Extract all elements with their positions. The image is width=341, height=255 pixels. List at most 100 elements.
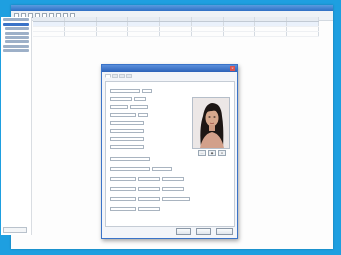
text-field[interactable]: [110, 206, 136, 211]
table-row[interactable]: [33, 32, 320, 37]
table-cell: [192, 32, 224, 36]
table-cell: [33, 32, 65, 36]
tab-2[interactable]: [112, 74, 118, 78]
table-cell: [128, 27, 161, 31]
table-cell: [128, 22, 161, 26]
column-header[interactable]: [192, 17, 224, 21]
column-header[interactable]: [287, 17, 320, 21]
close-icon[interactable]: ×: [230, 66, 235, 71]
table-cell: [287, 32, 320, 36]
table-cell: [192, 27, 224, 31]
table-cell: [224, 27, 256, 31]
tree-item[interactable]: [5, 35, 29, 39]
cancel-button[interactable]: [196, 228, 211, 235]
form-row: [110, 88, 152, 93]
tree-item[interactable]: [5, 40, 29, 44]
form-row: [110, 186, 184, 191]
select-field[interactable]: [138, 196, 160, 201]
text-field[interactable]: [110, 156, 150, 161]
table-cell: [97, 32, 129, 36]
records-grid: [33, 17, 320, 37]
text-field[interactable]: [130, 104, 148, 109]
apply-button[interactable]: [216, 228, 233, 235]
text-field[interactable]: [110, 96, 132, 101]
table-cell: [65, 27, 97, 31]
table-cell: [224, 22, 256, 26]
table-cell: [160, 27, 192, 31]
tree-item[interactable]: [3, 44, 29, 48]
select-field[interactable]: [162, 196, 190, 201]
photo-camera-button[interactable]: ◉: [208, 150, 216, 156]
tab-3[interactable]: [119, 74, 125, 78]
table-cell: [192, 22, 224, 26]
form-panel: … ◉ ×: [105, 81, 235, 227]
table-cell: [128, 32, 161, 36]
record-dialog: × … ◉ ×: [101, 64, 238, 239]
column-header[interactable]: [33, 17, 65, 21]
text-field[interactable]: [110, 136, 144, 141]
form-row: [110, 112, 148, 117]
tab-4[interactable]: [126, 74, 132, 78]
table-cell: [65, 32, 97, 36]
portrait-image: [193, 98, 229, 148]
form-row: [110, 104, 148, 109]
dialog-tabs: [102, 72, 237, 78]
text-field[interactable]: [110, 104, 128, 109]
form-row: [110, 166, 172, 171]
text-field[interactable]: [110, 120, 144, 125]
text-field[interactable]: [110, 176, 136, 181]
column-header[interactable]: [128, 17, 161, 21]
table-cell: [287, 27, 320, 31]
form-row: [110, 176, 184, 181]
table-cell: [255, 27, 288, 31]
text-field[interactable]: [152, 166, 172, 171]
text-field[interactable]: [110, 186, 136, 191]
column-header[interactable]: [97, 17, 129, 21]
column-header[interactable]: [224, 17, 256, 21]
tree-action-button[interactable]: [3, 227, 27, 233]
form-row: [110, 128, 144, 133]
form-row: [110, 206, 160, 211]
table-cell: [65, 22, 97, 26]
form-row: [110, 156, 150, 161]
form-row: [110, 96, 146, 101]
column-header[interactable]: [160, 17, 192, 21]
select-field[interactable]: [138, 186, 160, 191]
navigation-tree: [1, 17, 32, 235]
form-row: [110, 136, 144, 141]
tree-item-selected[interactable]: [3, 22, 29, 26]
text-field[interactable]: [110, 128, 144, 133]
tree-item[interactable]: [3, 49, 29, 53]
tree-item[interactable]: [5, 31, 29, 35]
select-field[interactable]: [162, 176, 184, 181]
select-field[interactable]: [138, 176, 160, 181]
tree-item[interactable]: [3, 18, 29, 22]
text-field[interactable]: [134, 96, 146, 101]
table-cell: [160, 22, 192, 26]
tree-item[interactable]: [5, 27, 29, 31]
column-header[interactable]: [65, 17, 97, 21]
table-cell: [160, 32, 192, 36]
table-cell: [287, 22, 320, 26]
photo-clear-button[interactable]: ×: [218, 150, 226, 156]
column-header[interactable]: [255, 17, 288, 21]
form-row: [110, 120, 144, 125]
profile-photo: [192, 97, 230, 149]
text-field[interactable]: [110, 112, 136, 117]
text-field[interactable]: [110, 144, 144, 149]
text-field[interactable]: [110, 196, 136, 201]
text-field[interactable]: [110, 166, 150, 171]
table-cell: [33, 27, 65, 31]
table-cell: [255, 32, 288, 36]
ok-button[interactable]: [176, 228, 191, 235]
tab-1[interactable]: [105, 74, 111, 78]
photo-load-button[interactable]: …: [198, 150, 206, 156]
text-field[interactable]: [142, 88, 152, 93]
table-cell: [224, 32, 256, 36]
text-field[interactable]: [110, 88, 140, 93]
table-cell: [33, 22, 65, 26]
select-field[interactable]: [138, 206, 160, 211]
form-row: [110, 196, 190, 201]
text-field[interactable]: [138, 112, 148, 117]
select-field[interactable]: [162, 186, 184, 191]
